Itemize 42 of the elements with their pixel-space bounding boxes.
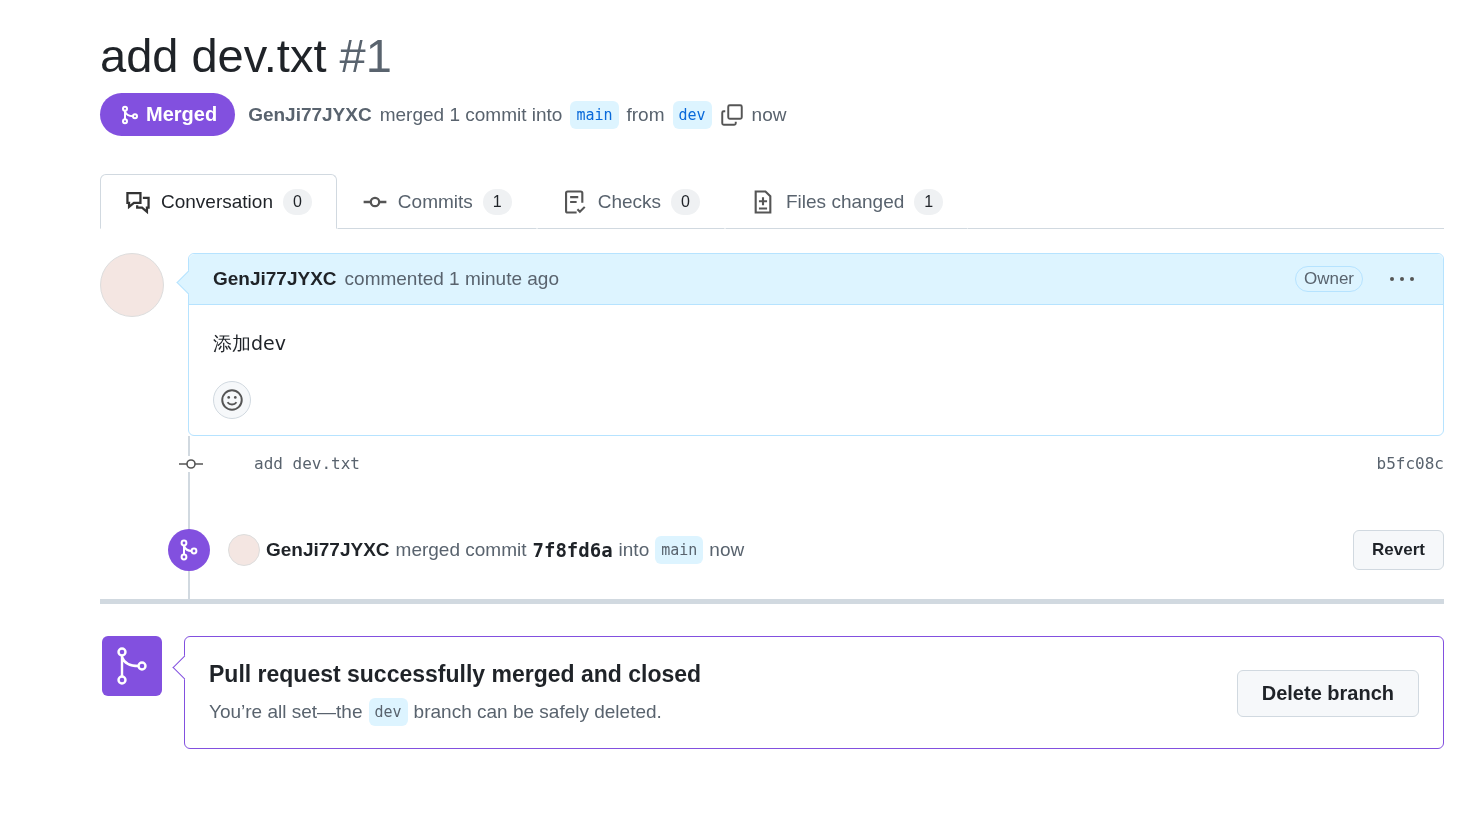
- merge-status-text: branch can be safely deleted.: [413, 701, 662, 723]
- author-link[interactable]: GenJi77JYXC: [213, 268, 337, 290]
- merged-state-badge: Merged: [100, 93, 236, 136]
- author-link[interactable]: GenJi77JYXC: [266, 539, 390, 561]
- base-branch-label[interactable]: main: [570, 100, 619, 129]
- pr-number: #1: [339, 29, 392, 82]
- merge-icon: [168, 529, 210, 571]
- event-text: merged commit: [395, 539, 527, 561]
- tab[interactable]: Conversation 0: [100, 174, 337, 229]
- tab[interactable]: Commits 1: [336, 174, 537, 229]
- merge-status-text: You’re all set—the: [209, 701, 363, 723]
- comment-meta: commented 1 minute ago: [344, 268, 559, 290]
- count-badge: 0: [282, 189, 312, 215]
- merge-icon: [102, 636, 162, 696]
- comment-body: 添加dev: [213, 331, 287, 356]
- commit-sha[interactable]: 7f8fd6a: [532, 539, 613, 561]
- add-reaction-button[interactable]: [213, 381, 251, 419]
- author-link[interactable]: GenJi77JYXC: [248, 103, 372, 126]
- event-text: into: [618, 539, 650, 561]
- tab[interactable]: Files changed 1: [725, 174, 969, 229]
- timestamp: now: [709, 539, 745, 561]
- speech-bubbles-icon: [125, 189, 151, 215]
- more-options-icon[interactable]: [1389, 275, 1415, 283]
- revert-button[interactable]: Revert: [1353, 530, 1444, 570]
- merge-status-title: Pull request successfully merged and closed: [209, 661, 703, 688]
- pr-title: add dev.txt: [100, 29, 327, 82]
- count-badge: 1: [914, 189, 944, 215]
- count-badge: 0: [671, 189, 700, 215]
- branch-label[interactable]: main: [655, 536, 704, 564]
- commit-message[interactable]: add dev.txt: [254, 454, 360, 473]
- merge-icon: [120, 104, 140, 125]
- commit-sha[interactable]: b5fc08c: [1376, 454, 1444, 473]
- smiley-icon: [220, 388, 244, 412]
- copy-icon[interactable]: [719, 102, 744, 127]
- head-branch-label[interactable]: dev: [672, 100, 712, 129]
- summary-text: merged 1 commit into: [379, 103, 563, 126]
- tab[interactable]: Checks 0: [536, 174, 725, 229]
- count-badge: 1: [482, 189, 512, 215]
- delete-branch-button[interactable]: Delete branch: [1236, 670, 1419, 717]
- branch-label[interactable]: dev: [368, 698, 408, 726]
- summary-text: from: [626, 103, 665, 126]
- timestamp: now: [751, 103, 787, 126]
